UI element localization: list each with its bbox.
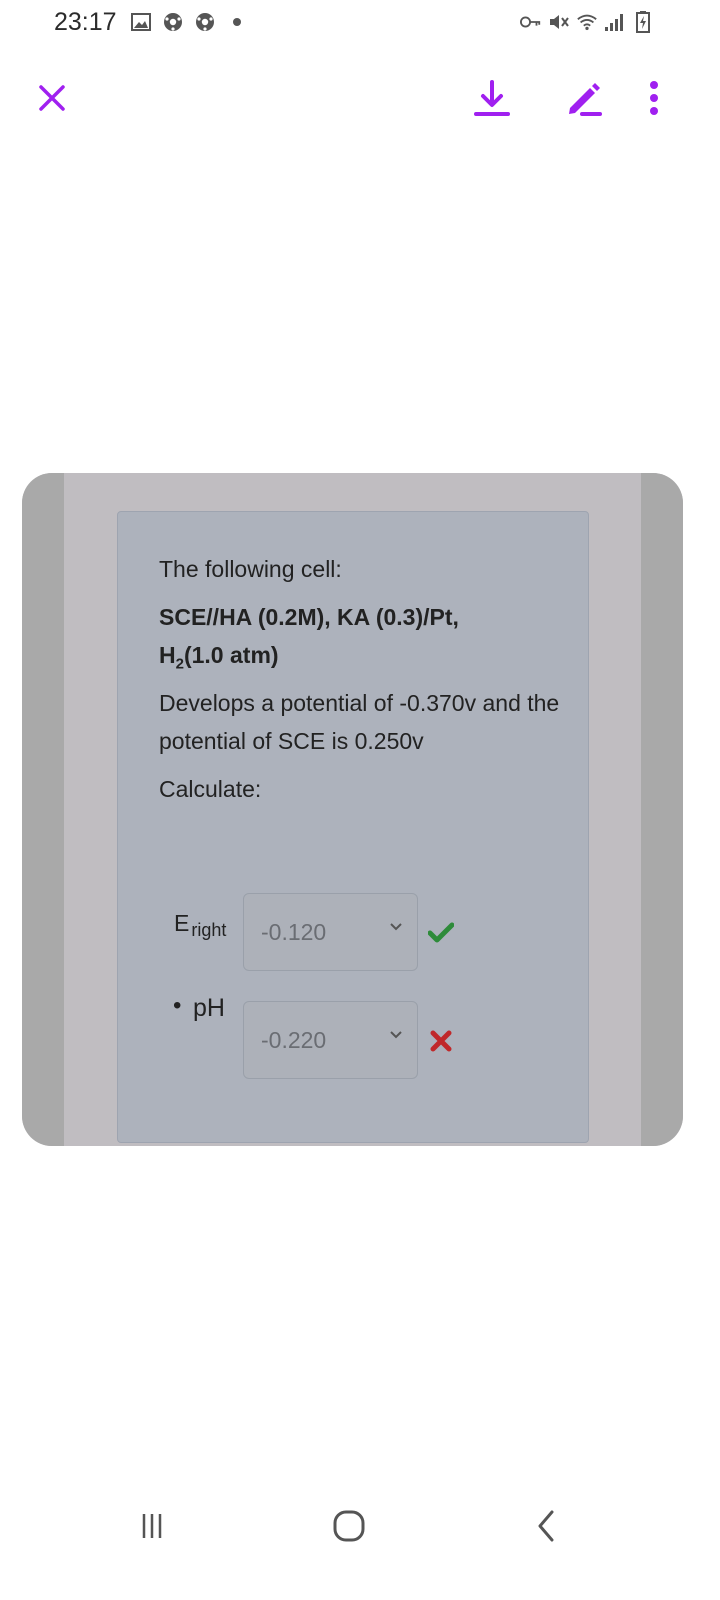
- viewer-edge-left: [22, 473, 64, 1146]
- battery-charging-icon: [632, 11, 654, 33]
- viewer-toolbar: [0, 62, 720, 132]
- chevron-down-icon: [390, 1031, 402, 1039]
- close-icon: [39, 85, 65, 111]
- more-options-button[interactable]: [630, 74, 678, 122]
- wifi-icon: [576, 11, 598, 33]
- recent-apps-icon: [142, 1514, 162, 1538]
- question-card: The following cell: SCE//HA (0.2M), KA (…: [117, 511, 589, 1143]
- ph-label: pH: [193, 994, 225, 1022]
- formula-suffix: (1.0 atm): [183, 642, 279, 668]
- download-button[interactable]: [468, 74, 516, 122]
- e-label-sub: right: [191, 920, 227, 940]
- chevron-down-icon: [390, 923, 402, 931]
- key-icon: [520, 11, 542, 33]
- mute-icon: [548, 11, 570, 33]
- home-button[interactable]: [325, 1504, 373, 1548]
- status-right-icons: [520, 11, 654, 33]
- dot-icon: [226, 11, 248, 33]
- cell-formula-line2: H2(1.0 atm): [159, 636, 559, 684]
- home-icon: [333, 1510, 365, 1542]
- e-label-main: E: [174, 910, 190, 936]
- back-button[interactable]: [523, 1504, 571, 1548]
- status-time: 23:17: [54, 8, 117, 36]
- question-calculate: Calculate:: [159, 776, 262, 802]
- ph-bullet: •: [173, 992, 182, 1019]
- incorrect-x-icon: [428, 1028, 454, 1054]
- gallery-icon: [130, 11, 152, 33]
- cell-formula-line1: SCE//HA (0.2M), KA (0.3)/Pt,: [159, 604, 459, 630]
- formula-h: H: [159, 642, 176, 668]
- back-icon: [538, 1510, 554, 1542]
- status-left-icons: [130, 11, 248, 33]
- viewer-edge-right: [641, 473, 683, 1146]
- edit-button[interactable]: [560, 74, 608, 122]
- more-icon: [650, 81, 658, 115]
- e-right-select[interactable]: -0.120: [243, 893, 418, 971]
- download-icon: [474, 80, 510, 116]
- close-button[interactable]: [28, 74, 76, 122]
- ph-selected-value: -0.220: [261, 1026, 327, 1053]
- correct-check-icon: [428, 920, 454, 946]
- soccer-ball-icon: [162, 11, 184, 33]
- signal-icon: [604, 11, 626, 33]
- question-intro: The following cell:: [159, 556, 342, 582]
- e-right-selected-value: -0.120: [261, 918, 327, 945]
- status-bar: 23:17: [0, 0, 720, 44]
- ph-select[interactable]: -0.220: [243, 1001, 418, 1079]
- soccer-ball-icon: [194, 11, 216, 33]
- formula-sub: 2: [175, 655, 184, 673]
- navigation-bar: [0, 1490, 720, 1560]
- image-viewer[interactable]: The following cell: SCE//HA (0.2M), KA (…: [22, 473, 683, 1146]
- edit-icon: [569, 83, 602, 116]
- cell-formula: SCE//HA (0.2M), KA (0.3)/Pt, H2(1.0 atm): [159, 598, 559, 684]
- question-potential-text: Develops a potential of -0.370v and the …: [159, 690, 560, 754]
- recent-apps-button[interactable]: [128, 1504, 176, 1548]
- e-right-label: Eright: [174, 910, 227, 940]
